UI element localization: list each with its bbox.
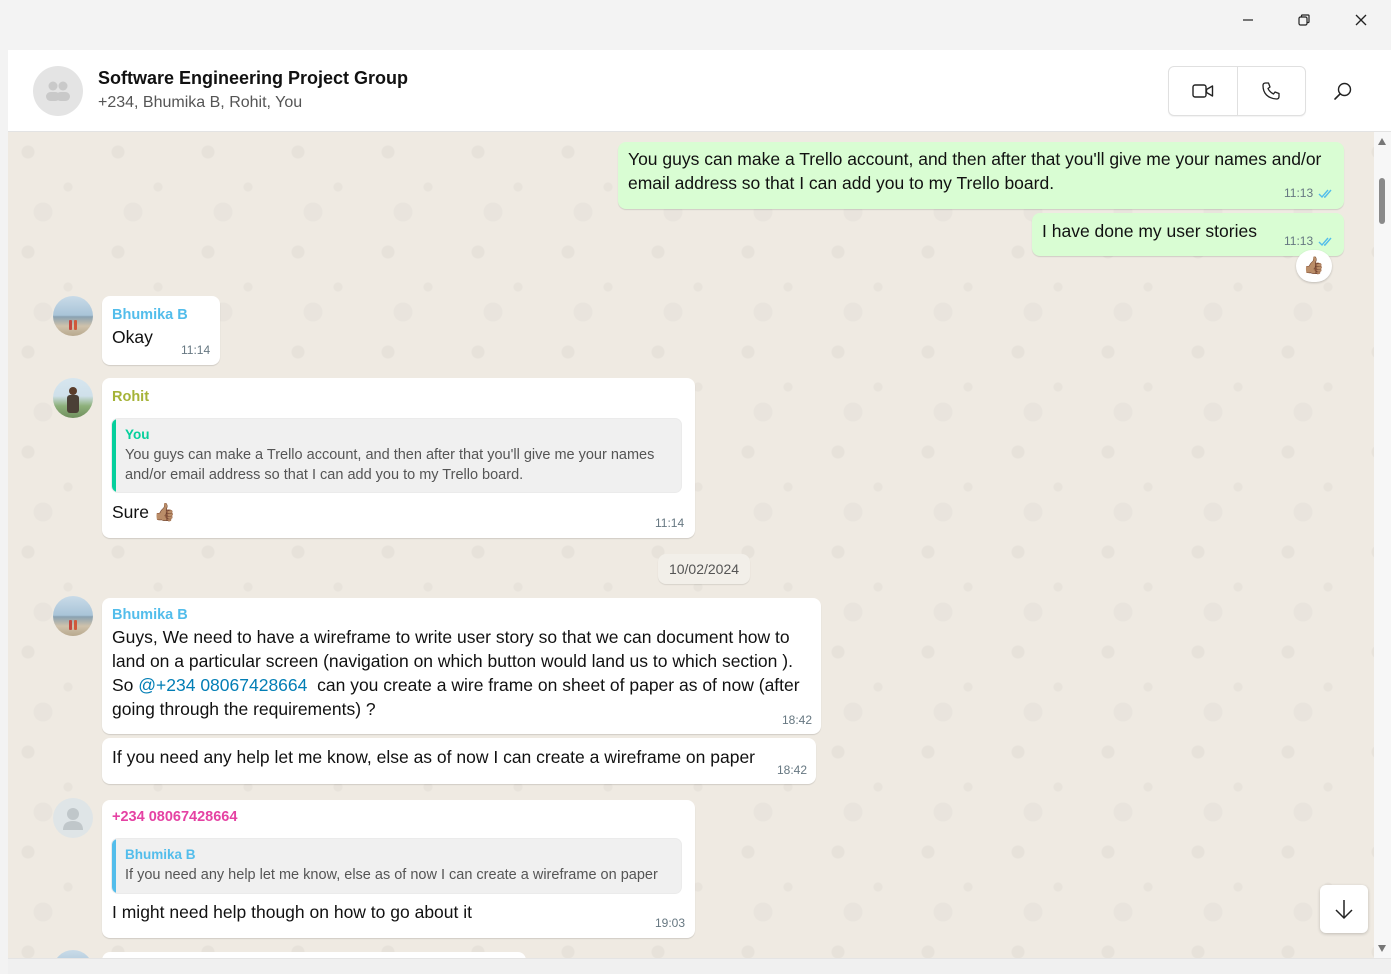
title-bar xyxy=(0,0,1391,50)
message-time: 11:13 xyxy=(1284,234,1314,248)
message-text: You guys can make a Trello account, and … xyxy=(628,149,1322,193)
avatar-default[interactable] xyxy=(53,798,93,838)
chat-title[interactable]: Software Engineering Project Group xyxy=(98,68,408,89)
read-ticks-icon xyxy=(1318,237,1332,247)
voice-call-icon xyxy=(1262,82,1280,100)
sender-name[interactable]: Bhumika B xyxy=(112,307,188,323)
default-user-icon xyxy=(63,808,83,830)
chat-scrollbar[interactable] xyxy=(1374,132,1391,958)
video-call-icon xyxy=(1192,84,1213,98)
message-incoming[interactable]: Bhumika B Guys, We need to have a wirefr… xyxy=(102,598,821,734)
group-avatar-icon xyxy=(46,81,70,101)
search-icon xyxy=(1334,82,1352,100)
message-text-suffix: can you create a wire frame on sheet of … xyxy=(307,675,800,695)
close-icon xyxy=(1355,14,1367,26)
chat-participants[interactable]: +234, Bhumika B, Rohit, You xyxy=(98,94,302,112)
message-time: 18:42 xyxy=(777,763,808,777)
compose-bar-edge xyxy=(8,958,1391,974)
quoted-message[interactable]: You You guys can make a Trello account, … xyxy=(112,419,681,492)
date-divider: 10/02/2024 xyxy=(658,554,750,584)
message-outgoing[interactable]: You guys can make a Trello account, and … xyxy=(618,142,1344,209)
mention-link[interactable]: @+234 08067428664 xyxy=(138,675,307,695)
quote-bar xyxy=(112,419,116,492)
minimize-button[interactable] xyxy=(1220,0,1276,40)
sender-name[interactable]: Bhumika B xyxy=(112,607,188,623)
message-line: going through the requirements) ? xyxy=(112,699,376,719)
restore-button[interactable] xyxy=(1276,0,1332,40)
sender-name[interactable]: +234 08067428664 xyxy=(112,809,237,825)
quote-sender: You xyxy=(125,427,150,442)
read-ticks-icon xyxy=(1318,189,1332,199)
scroll-down-arrow[interactable] xyxy=(1378,945,1386,952)
chat-header: Software Engineering Project Group +234,… xyxy=(8,50,1391,132)
message-time: 18:42 xyxy=(782,713,813,727)
message-text: Guys, We need to have a wireframe to wri… xyxy=(112,625,800,721)
message-incoming[interactable]: If you need any help let me know, else a… xyxy=(102,738,816,784)
message-incoming[interactable]: Rohit You You guys can make a Trello acc… xyxy=(102,378,695,538)
quote-text: You guys can make a Trello account, and … xyxy=(125,447,655,483)
message-time: 19:03 xyxy=(655,916,686,930)
search-button[interactable] xyxy=(1328,76,1358,106)
avatar-rohit[interactable] xyxy=(53,378,93,418)
message-line: land on a particular screen (navigation … xyxy=(112,651,793,671)
sender-name[interactable]: Rohit xyxy=(112,389,149,405)
message-text: I have done my user stories xyxy=(1042,221,1257,241)
scroll-up-arrow[interactable] xyxy=(1378,138,1386,145)
scroll-thumb[interactable] xyxy=(1379,178,1385,224)
message-outgoing[interactable]: I have done my user stories 11:13 xyxy=(1032,213,1344,256)
whatsapp-window: Software Engineering Project Group +234,… xyxy=(8,50,1391,974)
arrow-down-icon xyxy=(1335,900,1353,920)
quote-text: If you need any help let me know, else a… xyxy=(125,867,658,883)
call-buttons xyxy=(1168,66,1306,116)
message-incoming[interactable]: Bhumika B Okay 11:14 xyxy=(102,296,220,365)
quote-bar xyxy=(112,839,116,893)
message-time: 11:13 xyxy=(1284,186,1314,200)
message-text: I might need help though on how to go ab… xyxy=(112,902,472,922)
avatar-bhumika[interactable] xyxy=(53,596,93,636)
avatar-bhumika[interactable] xyxy=(53,950,93,958)
message-text-prefix: So xyxy=(112,675,139,695)
avatar-bhumika[interactable] xyxy=(53,296,93,336)
quote-sender: Bhumika B xyxy=(125,847,196,862)
group-avatar[interactable] xyxy=(33,66,83,116)
restore-icon xyxy=(1298,14,1310,26)
message-time: 11:14 xyxy=(655,516,685,530)
chat-messages[interactable]: You guys can make a Trello account, and … xyxy=(8,132,1374,958)
reaction-badge[interactable]: 👍🏽 xyxy=(1296,250,1332,282)
video-call-button[interactable] xyxy=(1169,67,1237,115)
close-button[interactable] xyxy=(1333,0,1389,40)
message-line: Guys, We need to have a wireframe to wri… xyxy=(112,627,790,647)
message-text: Okay xyxy=(112,327,153,347)
scroll-to-bottom-button[interactable] xyxy=(1320,885,1368,933)
message-line: So @+234 08067428664 can you create a wi… xyxy=(112,673,800,697)
message-incoming[interactable]: +234 08067428664 Bhumika B If you need a… xyxy=(102,800,695,938)
message-text: Sure 👍🏽 xyxy=(112,502,176,522)
minimize-icon xyxy=(1243,19,1253,21)
quoted-message[interactable]: Bhumika B If you need any help let me kn… xyxy=(112,839,681,893)
message-time: 11:14 xyxy=(181,343,211,357)
message-text: If you need any help let me know, else a… xyxy=(112,747,756,767)
voice-call-button[interactable] xyxy=(1236,67,1306,115)
